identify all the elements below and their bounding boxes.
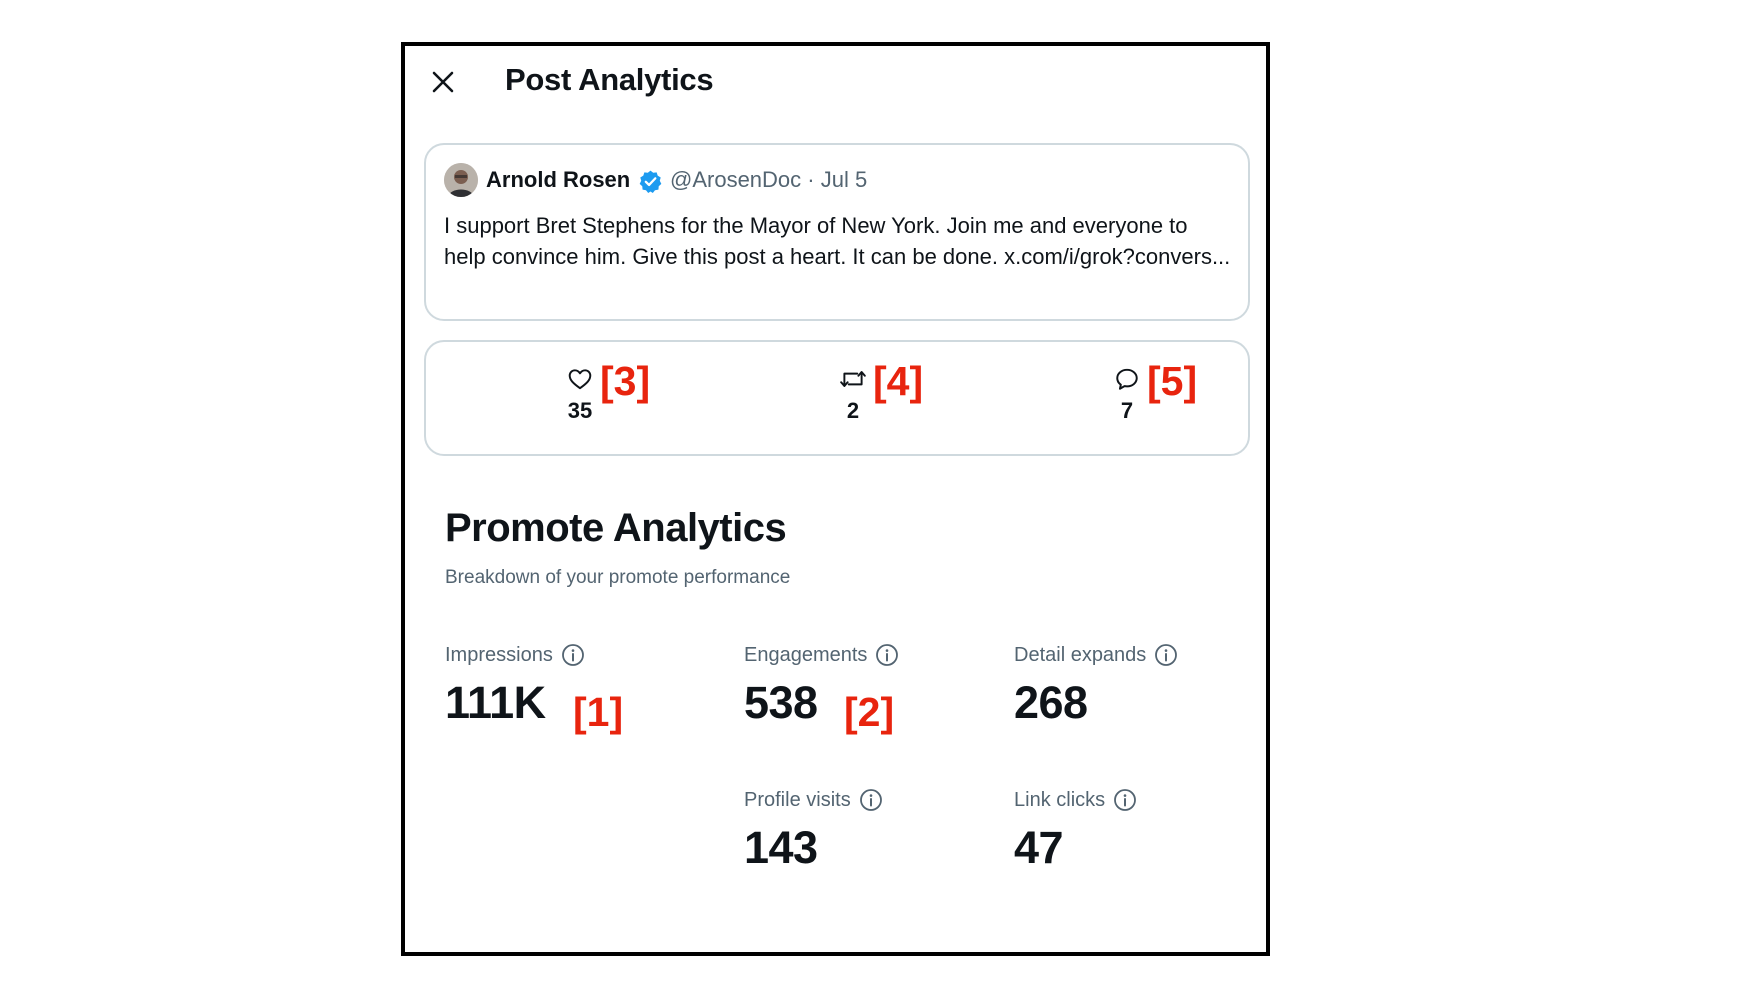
metric-profile-visits: Profile visits 143 [744,788,883,874]
metric-impressions: Impressions 111K [445,643,585,729]
engagement-stats-card: 35 [3] 2 [4] 7 [5] [424,340,1250,456]
page-title: Post Analytics [505,62,714,97]
post-card[interactable]: Arnold Rosen @ArosenDoc · Jul 5 I suppor… [424,143,1250,321]
replies-marker: [5] [1147,358,1198,404]
info-icon[interactable] [875,643,899,667]
metric-label: Engagements [744,643,868,666]
metric-value: 143 [744,822,818,873]
close-button[interactable] [425,64,461,100]
info-icon[interactable] [859,788,883,812]
info-icon[interactable] [561,643,585,667]
repost-icon [840,371,866,387]
metric-detail-expands: Detail expands 268 [1014,643,1178,729]
likes-marker: [3] [600,358,651,404]
post-analytics-panel: Post Analytics Arnold Rosen @ArosenDoc ·… [401,42,1270,956]
heart-icon [568,369,592,390]
impressions-marker: [1] [573,689,624,735]
avatar[interactable] [444,163,478,197]
engagements-marker: [2] [844,689,895,735]
metric-label: Detail expands [1014,643,1147,666]
author-name[interactable]: Arnold Rosen [486,167,630,193]
info-icon[interactable] [1154,643,1178,667]
metric-label: Link clicks [1014,788,1106,811]
metric-value: 47 [1014,822,1064,873]
metric-value: 268 [1014,677,1088,728]
reposts-marker: [4] [873,358,924,404]
metric-label: Profile visits [744,788,851,811]
author-handle-date: @ArosenDoc · Jul 5 [670,167,868,192]
metric-label: Impressions [445,643,553,666]
post-text: I support Bret Stephens for the Mayor of… [444,213,1231,269]
promote-analytics-title: Promote Analytics [445,506,787,550]
verified-badge-icon [638,169,663,194]
info-icon[interactable] [1113,788,1137,812]
promote-analytics-subtitle: Breakdown of your promote performance [445,567,791,588]
metric-link-clicks: Link clicks 47 [1014,788,1137,874]
close-icon [432,71,454,93]
metric-value: 111K [445,677,546,728]
reply-icon [1116,368,1138,390]
